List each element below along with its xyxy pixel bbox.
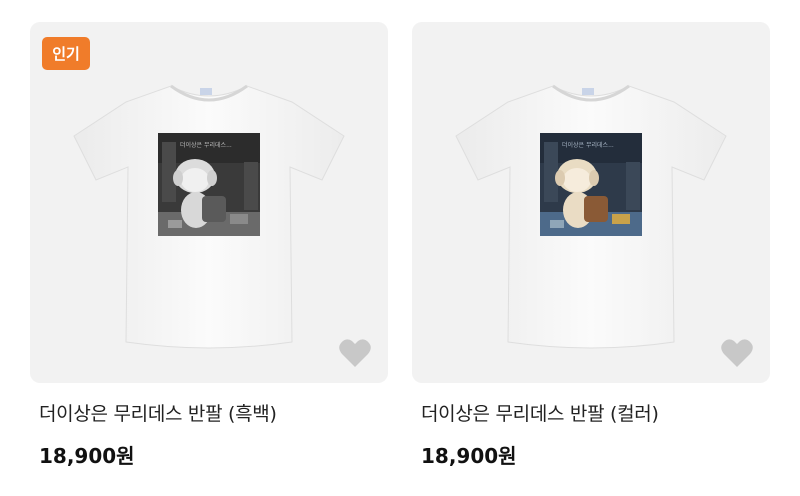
product-image-area[interactable]: 더이상은 무리데스... (412, 22, 770, 383)
svg-text:더이상은 무리데스...: 더이상은 무리데스... (180, 141, 232, 149)
product-grid: 더이상은 무리데스... 인기 더이상은 무리데스 반팔 (흑백) 18,900… (0, 0, 800, 496)
product-price: 18,900원 (421, 444, 517, 468)
heart-icon[interactable] (720, 337, 754, 369)
heart-icon[interactable] (338, 337, 372, 369)
product-price: 18,900원 (39, 444, 135, 468)
product-image-area[interactable]: 더이상은 무리데스... 인기 (30, 22, 388, 383)
product-title[interactable]: 더이상은 무리데스 반팔 (흑백) (39, 399, 388, 426)
tshirt-image-bw: 더이상은 무리데스... (73, 84, 345, 349)
tshirt-image-color: 더이상은 무리데스... (455, 84, 727, 349)
product-card[interactable]: 더이상은 무리데스... 더이상은 무리데스 반팔 (컬러) 18,900원 (412, 22, 770, 469)
svg-text:더이상은 무리데스...: 더이상은 무리데스... (562, 141, 614, 149)
product-card[interactable]: 더이상은 무리데스... 인기 더이상은 무리데스 반팔 (흑백) 18,900… (30, 22, 388, 469)
product-title[interactable]: 더이상은 무리데스 반팔 (컬러) (421, 399, 770, 426)
popular-badge: 인기 (42, 37, 90, 70)
